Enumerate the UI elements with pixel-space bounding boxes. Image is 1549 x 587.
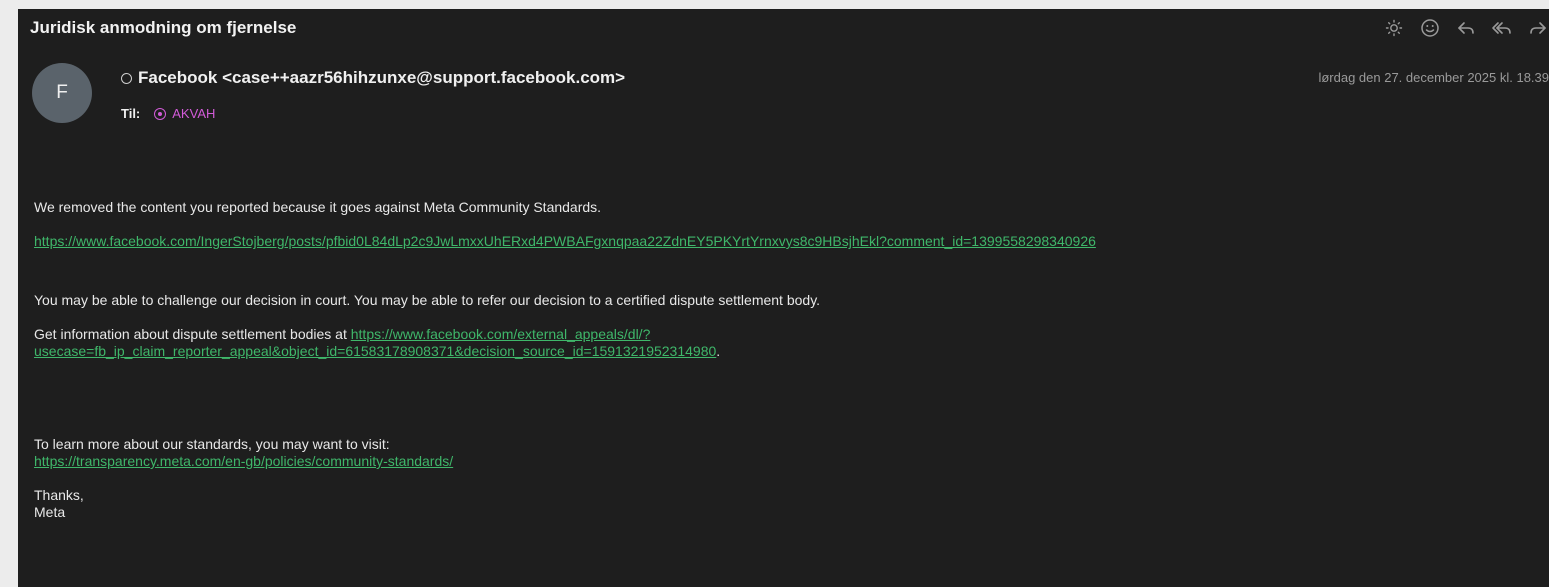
emoji-icon[interactable]	[1419, 17, 1441, 39]
body-paragraph: You may be able to challenge our decisio…	[34, 292, 821, 308]
recipient-row: Til: AKVAH	[121, 106, 215, 121]
dispute-link-continued[interactable]: usecase=fb_ip_claim_reporter_appeal&obje…	[34, 343, 716, 359]
body-paragraph: To learn more about our standards, you m…	[34, 436, 390, 452]
unread-status-icon	[121, 72, 132, 84]
email-date: lørdag den 27. december 2025 kl. 18.39	[1318, 70, 1549, 85]
email-body: We removed the content you reported beca…	[34, 199, 1534, 521]
body-text: Get information about dispute settlement…	[34, 326, 351, 342]
email-subject: Juridisk anmodning om fjernelse	[30, 18, 297, 37]
dispute-link[interactable]: https://www.facebook.com/external_appeal…	[351, 326, 651, 342]
sender-address[interactable]: Facebook <case++aazr56hihzunxe@support.f…	[138, 68, 625, 88]
reply-all-icon[interactable]	[1491, 17, 1513, 39]
body-text: .	[716, 343, 721, 359]
closing-text: Thanks,	[34, 487, 84, 503]
message-toolbar	[1383, 17, 1549, 39]
body-paragraph: We removed the content you reported beca…	[34, 199, 602, 215]
sender-avatar: F	[32, 63, 92, 123]
reported-content-link[interactable]: https://www.facebook.com/IngerStojberg/p…	[34, 233, 1096, 249]
email-viewer: Juridisk anmodning om fjernelse F Facebo…	[18, 9, 1549, 587]
sender-row[interactable]: Facebook <case++aazr56hihzunxe@support.f…	[121, 68, 625, 88]
body-paragraph: Get information about dispute settlement…	[34, 326, 1534, 360]
avatar-letter: F	[56, 82, 68, 103]
recipient-contact-icon	[154, 107, 167, 120]
forward-icon[interactable]	[1527, 17, 1549, 39]
signature: Meta	[34, 504, 66, 520]
sun-icon[interactable]	[1383, 17, 1405, 39]
body-link-row: https://transparency.meta.com/en-gb/poli…	[34, 453, 1534, 470]
to-label: Til:	[121, 106, 141, 121]
recipient-name[interactable]: AKVAH	[172, 106, 215, 121]
body-link-row: https://www.facebook.com/IngerStojberg/p…	[34, 233, 1534, 250]
reply-icon[interactable]	[1455, 17, 1477, 39]
community-standards-link[interactable]: https://transparency.meta.com/en-gb/poli…	[34, 453, 453, 469]
